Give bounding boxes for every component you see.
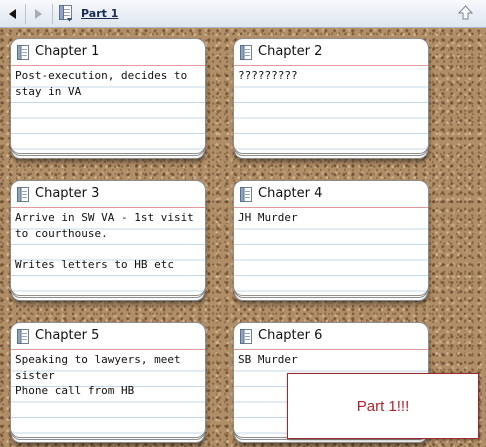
card-header: Chapter 2	[234, 39, 428, 66]
card-header: Chapter 1	[11, 39, 205, 66]
card-synopsis[interactable]: JH Murder	[238, 210, 424, 290]
document-icon	[240, 329, 252, 344]
card-synopsis[interactable]: Post-execution, decides to stay in VA	[15, 68, 201, 148]
card-header: Chapter 5	[11, 323, 205, 350]
card-header: Chapter 6	[234, 323, 428, 350]
card-title[interactable]: Chapter 5	[35, 328, 99, 343]
card-header: Chapter 3	[11, 181, 205, 208]
back-arrow-icon[interactable]	[3, 4, 23, 24]
overlay-label: Part 1!!!	[287, 373, 479, 439]
card-synopsis[interactable]: Speaking to lawyers, meet sister Phone c…	[15, 352, 201, 432]
document-icon	[17, 45, 29, 60]
card-synopsis[interactable]: ?????????	[238, 68, 424, 148]
card-title[interactable]: Chapter 1	[35, 44, 99, 59]
card-title[interactable]: Chapter 2	[258, 44, 322, 59]
index-card[interactable]: Chapter 3 Arrive in SW VA - 1st visit to…	[11, 181, 205, 295]
toolbar-separator	[52, 4, 53, 24]
index-card[interactable]: Chapter 2 ?????????	[234, 39, 428, 153]
document-icon	[17, 329, 29, 344]
document-icon	[59, 5, 73, 22]
card-title[interactable]: Chapter 6	[258, 328, 322, 343]
card-title[interactable]: Chapter 3	[35, 186, 99, 201]
index-card[interactable]: Chapter 1 Post-execution, decides to sta…	[11, 39, 205, 153]
toolbar: Part 1	[0, 0, 486, 28]
forward-arrow-icon[interactable]	[28, 4, 48, 24]
document-icon	[17, 187, 29, 202]
card-title[interactable]: Chapter 4	[258, 186, 322, 201]
toolbar-separator	[25, 4, 26, 24]
card-header: Chapter 4	[234, 181, 428, 208]
document-icon	[240, 45, 252, 60]
up-arrow-icon[interactable]	[457, 5, 474, 21]
card-synopsis[interactable]: Arrive in SW VA - 1st visit to courthous…	[15, 210, 201, 290]
index-card[interactable]: Chapter 4 JH Murder	[234, 181, 428, 295]
overlay-label-text: Part 1!!!	[356, 397, 410, 415]
document-icon	[240, 187, 252, 202]
index-card[interactable]: Chapter 5 Speaking to lawyers, meet sist…	[11, 323, 205, 437]
breadcrumb-title[interactable]: Part 1	[81, 7, 118, 20]
